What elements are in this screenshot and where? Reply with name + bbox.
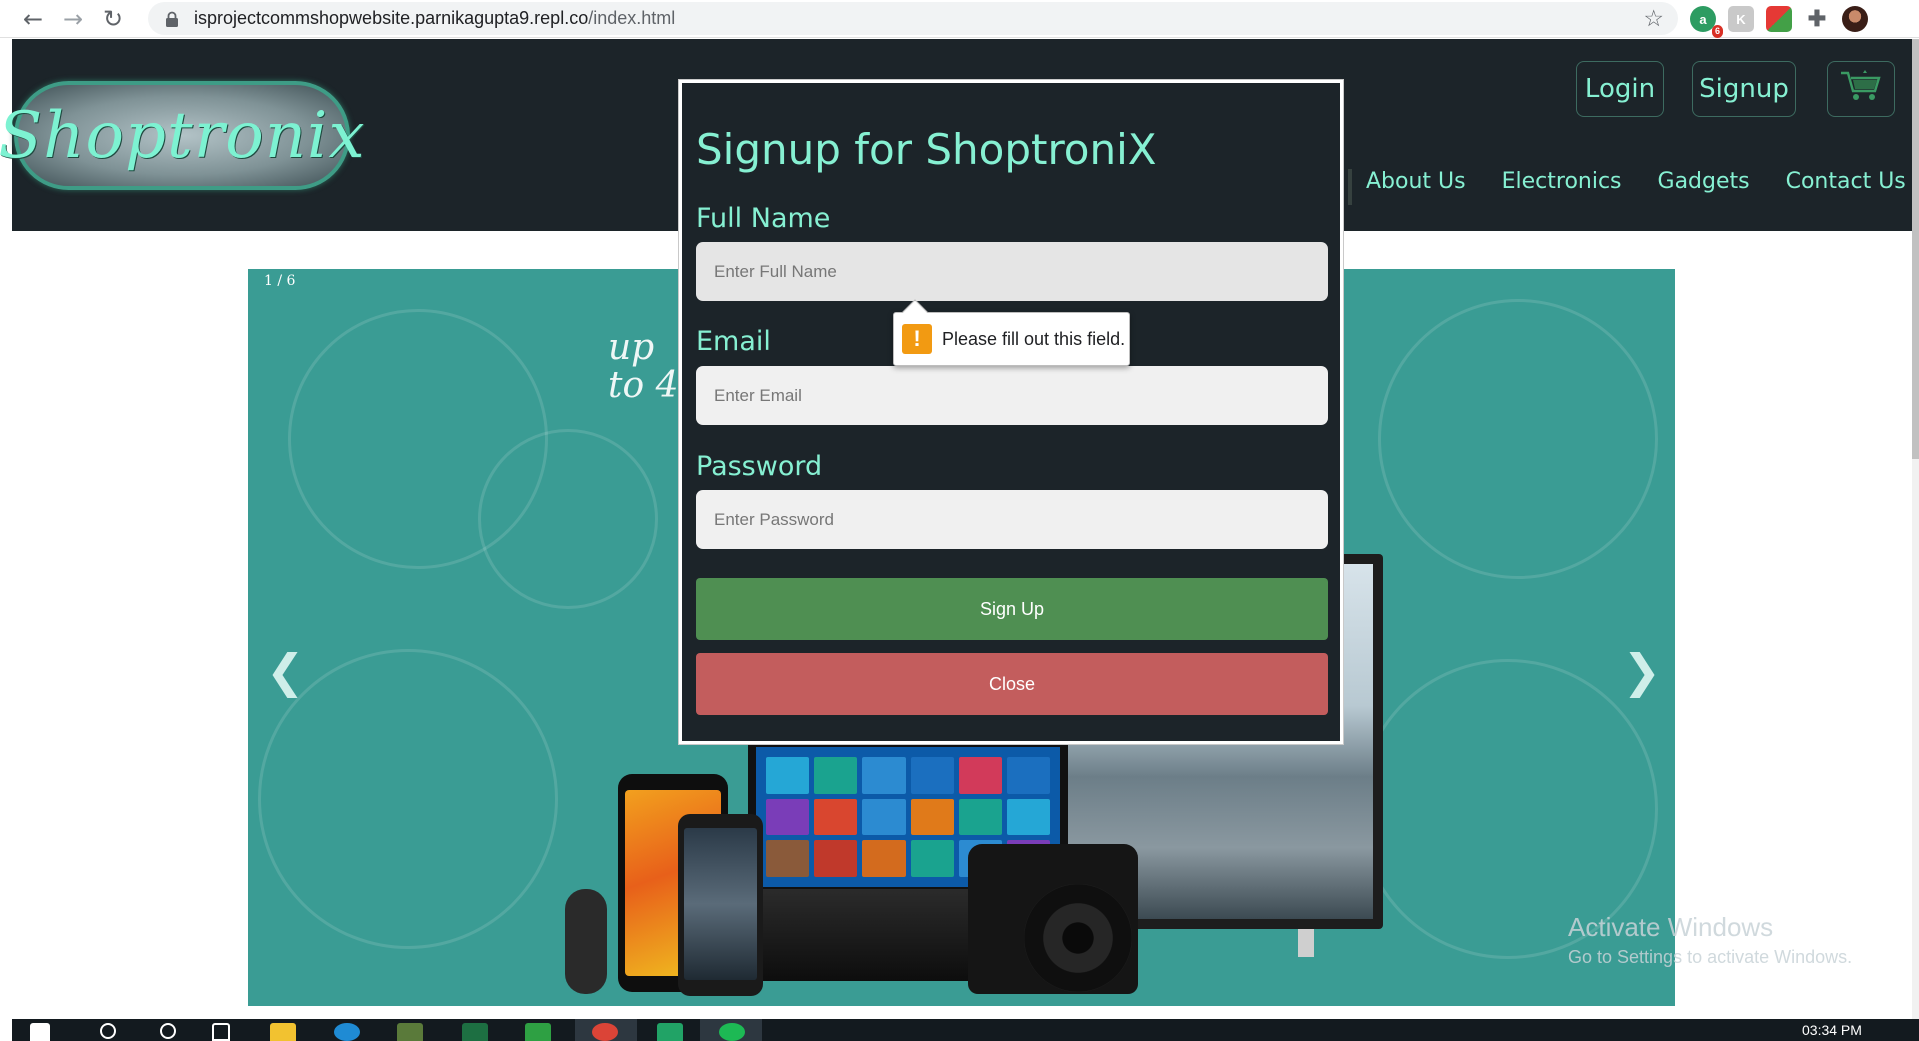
back-arrow-icon[interactable]: ← <box>14 4 52 34</box>
address-bar[interactable]: isprojectcommshopwebsite.parnikagupta9.r… <box>148 2 1678 35</box>
email-input[interactable] <box>696 366 1328 425</box>
sign-up-submit-button[interactable]: Sign Up <box>696 578 1328 640</box>
promo-line-1: up <box>608 327 655 368</box>
main-nav: About Us Electronics Gadgets Contact Us <box>1366 169 1906 194</box>
tile <box>910 757 954 794</box>
tooltip-message: Please fill out this field. <box>942 328 1126 349</box>
login-button[interactable]: Login <box>1576 61 1664 117</box>
tile <box>1006 798 1050 836</box>
site-logo[interactable]: Shoptronix <box>0 81 365 190</box>
profile-avatar[interactable] <box>1842 6 1868 32</box>
cortana-icon[interactable] <box>160 1023 176 1039</box>
carousel-next-arrow-icon[interactable]: ❯ <box>1622 644 1661 698</box>
url-host: isprojectcommshopwebsite.parnikagupta9.r… <box>194 8 589 28</box>
carousel-prev-arrow-icon[interactable]: ❮ <box>266 644 305 698</box>
puzzle-icon[interactable]: ✚ <box>1804 6 1830 32</box>
mandala-pattern <box>1378 299 1658 579</box>
nav-link-gadgets[interactable]: Gadgets <box>1658 169 1750 194</box>
tile <box>766 757 810 794</box>
tile <box>958 798 1002 836</box>
camera-lens <box>1024 884 1132 992</box>
tile <box>766 840 810 877</box>
url-text: isprojectcommshopwebsite.parnikagupta9.r… <box>194 8 675 29</box>
tile <box>910 840 954 877</box>
windows-start-icon[interactable] <box>30 1023 50 1041</box>
k-extension-icon[interactable]: K <box>1728 6 1754 32</box>
tile <box>1006 757 1050 794</box>
nav-link-about-us[interactable]: About Us <box>1366 169 1466 194</box>
task-view-icon[interactable] <box>212 1023 230 1041</box>
tile <box>814 757 858 794</box>
edge-browser-icon[interactable] <box>334 1023 360 1041</box>
page-left-margin <box>0 39 12 1019</box>
email-label: Email <box>696 326 771 357</box>
forward-arrow-icon[interactable]: → <box>54 4 92 34</box>
excel-icon[interactable] <box>462 1023 488 1041</box>
page-root: ← → ↻ isprojectcommshopwebsite.parnikagu… <box>0 0 1919 1041</box>
tile <box>862 840 906 877</box>
tile <box>910 798 954 836</box>
full-name-label: Full Name <box>696 203 831 234</box>
tile <box>814 798 858 836</box>
app-icon[interactable] <box>397 1023 423 1041</box>
chrome-icon[interactable] <box>592 1023 618 1041</box>
phone-image <box>678 814 763 996</box>
tile <box>814 840 858 877</box>
signup-button[interactable]: Signup <box>1692 61 1796 117</box>
grammar-extension-icon[interactable]: a6 <box>1690 6 1723 38</box>
nav-divider <box>1348 169 1352 205</box>
mandala-pattern <box>478 429 658 609</box>
extension-badge: 6 <box>1711 25 1723 38</box>
validation-tooltip: ! Please fill out this field. <box>893 299 1130 366</box>
reload-icon[interactable]: ↻ <box>94 4 132 34</box>
lock-icon <box>162 9 182 29</box>
logo-text: Shoptronix <box>0 98 366 173</box>
tile <box>862 757 906 794</box>
phone-screen <box>684 828 757 980</box>
scrollbar-thumb[interactable] <box>1912 39 1919 459</box>
modal-title: Signup for ShoptroniX <box>696 125 1157 174</box>
activate-windows-title: Activate Windows <box>1568 912 1774 942</box>
taskbar-clock[interactable]: 03:34 PM <box>1802 1022 1862 1038</box>
slide-counter: 1 / 6 <box>264 273 296 289</box>
activate-windows-subtitle: Go to Settings to activate Windows. <box>1568 947 1853 967</box>
url-path: /index.html <box>588 8 676 28</box>
tile <box>766 798 810 836</box>
windows-taskbar: 03:34 PM <box>12 1019 1919 1041</box>
bookmark-star-icon[interactable]: ☆ <box>1643 6 1664 32</box>
close-modal-button[interactable]: Close <box>696 653 1328 715</box>
password-label: Password <box>696 451 823 482</box>
password-input[interactable] <box>696 490 1328 549</box>
promo-line-2: to 4 <box>608 365 679 406</box>
nav-link-electronics[interactable]: Electronics <box>1502 169 1622 194</box>
full-name-input[interactable] <box>696 242 1328 301</box>
app-icon[interactable] <box>657 1023 683 1041</box>
nav-link-contact-us[interactable]: Contact Us <box>1786 169 1906 194</box>
promo-text: up to 4 <box>608 329 679 405</box>
browser-toolbar: ← → ↻ isprojectcommshopwebsite.parnikagu… <box>0 0 1919 38</box>
app-icon[interactable] <box>525 1023 551 1041</box>
warning-icon: ! <box>902 324 932 354</box>
tile <box>958 757 1002 794</box>
signup-modal: Signup for ShoptroniX Full Name Email Pa… <box>679 80 1343 744</box>
cart-button[interactable] <box>1827 61 1895 117</box>
tv-stand <box>1298 929 1314 957</box>
extension-icons: a6 K ✚ <box>1690 2 1868 38</box>
fitness-band-image <box>565 889 607 994</box>
colorful-extension-icon[interactable] <box>1766 6 1792 32</box>
file-explorer-icon[interactable] <box>270 1023 296 1041</box>
search-icon[interactable] <box>100 1023 116 1039</box>
tile <box>862 798 906 836</box>
shopping-cart-icon <box>1839 68 1883 111</box>
spotify-icon[interactable] <box>719 1023 745 1041</box>
